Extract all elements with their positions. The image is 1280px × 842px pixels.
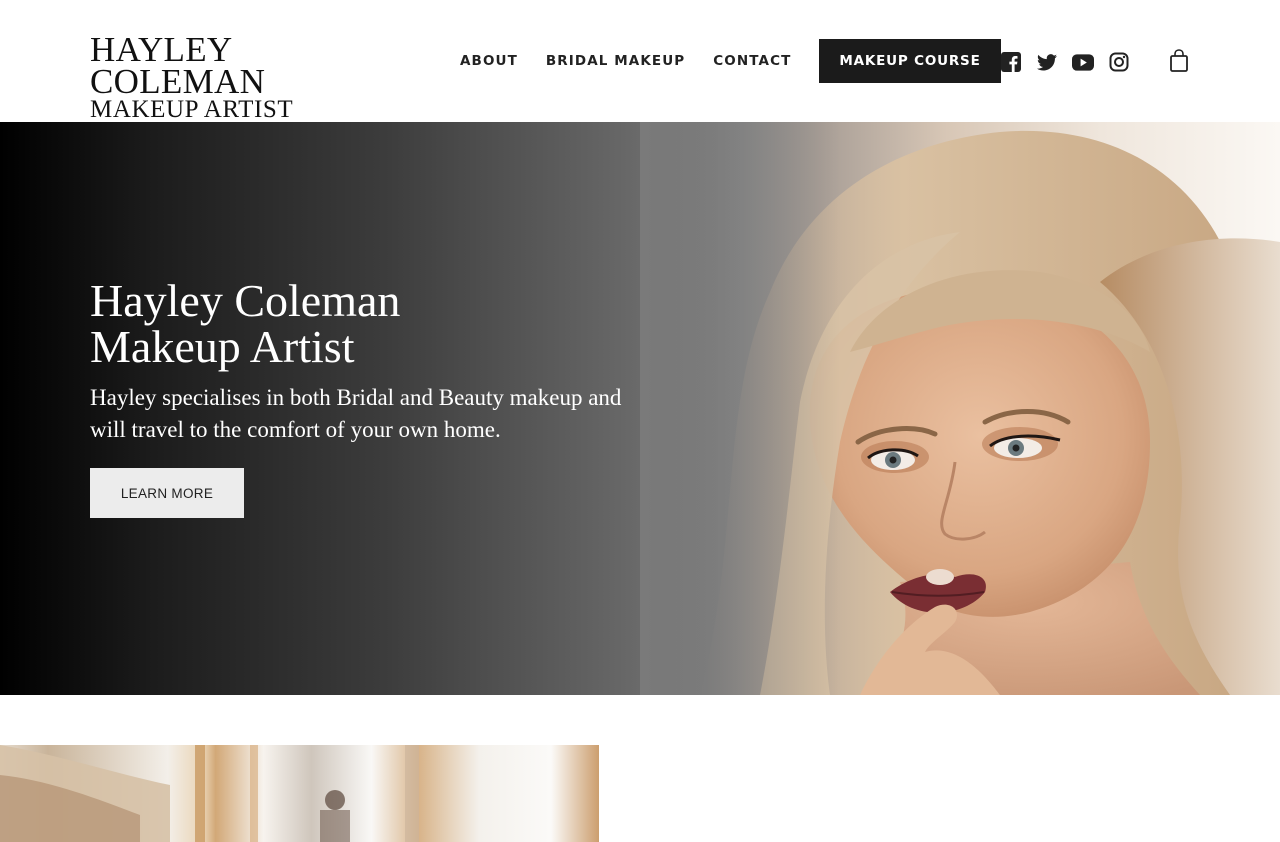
hero-banner: Hayley Coleman Makeup Artist Hayley spec… (0, 122, 1280, 695)
site-header: HAYLEY COLEMAN MAKEUP ARTIST ABOUT BRIDA… (0, 0, 1280, 122)
logo-line-name: HAYLEY COLEMAN (90, 30, 266, 101)
social-links (1000, 50, 1144, 74)
site-logo[interactable]: HAYLEY COLEMAN MAKEUP ARTIST (90, 30, 410, 123)
hero-description: Hayley specialises in both Bridal and Be… (90, 385, 622, 442)
shopping-bag-icon[interactable] (1168, 48, 1190, 74)
nav-item-about[interactable]: ABOUT (448, 53, 530, 69)
hero-title-line-1: Hayley Coleman (90, 275, 401, 326)
hero-title-line-2: Makeup Artist (90, 321, 355, 372)
nav-item-bridal-makeup[interactable]: BRIDAL MAKEUP (534, 53, 697, 69)
instagram-icon[interactable] (1108, 50, 1130, 74)
facebook-icon[interactable] (1000, 50, 1022, 74)
gallery-image-preview (0, 745, 599, 842)
makeup-course-button[interactable]: MAKEUP COURSE (819, 39, 1001, 83)
main-nav: ABOUT BRIDAL MAKEUP CONTACT MAKEUP COURS… (448, 39, 1001, 83)
hero-content: Hayley Coleman Makeup Artist Hayley spec… (90, 278, 650, 518)
learn-more-button[interactable]: LEARN MORE (90, 468, 244, 518)
hero-title: Hayley Coleman Makeup Artist (90, 278, 650, 370)
youtube-icon[interactable] (1072, 50, 1094, 74)
page: HAYLEY COLEMAN MAKEUP ARTIST ABOUT BRIDA… (0, 0, 1280, 842)
twitter-icon[interactable] (1036, 50, 1058, 74)
nav-item-contact[interactable]: CONTACT (701, 53, 803, 69)
logo-line-tagline: MAKEUP ARTIST (90, 96, 294, 123)
